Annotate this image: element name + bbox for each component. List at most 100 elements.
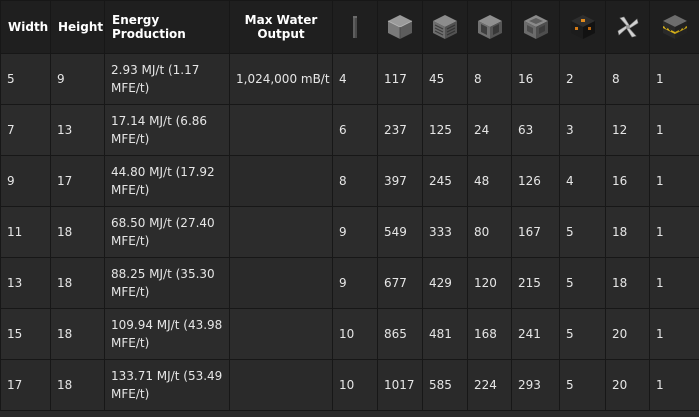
table-row: 17 18 133.71 MJ/t (53.49 MFE/t) 10 1017 …: [0, 359, 699, 411]
cell-glass: 80: [467, 206, 512, 258]
cell-hazard: 1: [649, 155, 699, 207]
cell-water: [229, 155, 333, 207]
cell-rods: 4: [332, 53, 378, 105]
glass-block-icon: [477, 14, 503, 40]
cell-glass: 48: [467, 155, 512, 207]
casing-block-icon: [387, 14, 413, 40]
cell-coils: 5: [559, 308, 606, 360]
cell-water: 1,024,000 mB/t: [229, 53, 333, 105]
cell-width: 17: [0, 359, 51, 411]
cell-frames: 215: [511, 257, 560, 309]
coil-block-icon: [570, 14, 596, 40]
cell-rods: 10: [332, 308, 378, 360]
cell-frames: 126: [511, 155, 560, 207]
cell-width: 13: [0, 257, 51, 309]
cell-energy: 133.71 MJ/t (53.49 MFE/t): [104, 359, 230, 411]
cell-hazard: 1: [649, 104, 699, 156]
cell-glass: 24: [467, 104, 512, 156]
cell-energy: 2.93 MJ/t (1.17 MFE/t): [104, 53, 230, 105]
cell-blades: 12: [605, 104, 650, 156]
cell-glass: 120: [467, 257, 512, 309]
table-row: 9 17 44.80 MJ/t (17.92 MFE/t) 8 397 245 …: [0, 155, 699, 207]
cell-energy: 88.25 MJ/t (35.30 MFE/t): [104, 257, 230, 309]
cell-vents: 585: [422, 359, 468, 411]
rotor-blade-icon: [615, 14, 641, 40]
cell-height: 9: [50, 53, 105, 105]
cell-casing: 237: [377, 104, 423, 156]
cell-blades: 18: [605, 257, 650, 309]
cell-glass: 8: [467, 53, 512, 105]
cell-blades: 18: [605, 206, 650, 258]
header-vent: [422, 0, 468, 54]
cell-blades: 20: [605, 359, 650, 411]
cell-vents: 125: [422, 104, 468, 156]
table-row: 7 13 17.14 MJ/t (6.86 MFE/t) 6 237 125 2…: [0, 104, 699, 156]
vent-block-icon: [432, 14, 458, 40]
cell-water: [229, 308, 333, 360]
cell-frames: 63: [511, 104, 560, 156]
turbine-sizes-table: Width Height Energy Production Max Water…: [0, 0, 699, 411]
cell-rods: 6: [332, 104, 378, 156]
cell-hazard: 1: [649, 206, 699, 258]
header-frame: [511, 0, 560, 54]
header-rotor-blade: [605, 0, 650, 54]
cell-hazard: 1: [649, 359, 699, 411]
cell-casing: 865: [377, 308, 423, 360]
cell-energy: 44.80 MJ/t (17.92 MFE/t): [104, 155, 230, 207]
cell-hazard: 1: [649, 308, 699, 360]
cell-casing: 677: [377, 257, 423, 309]
header-casing: [377, 0, 423, 54]
cell-blades: 8: [605, 53, 650, 105]
table-row: 11 18 68.50 MJ/t (27.40 MFE/t) 9 549 333…: [0, 206, 699, 258]
cell-coils: 4: [559, 155, 606, 207]
cell-frames: 293: [511, 359, 560, 411]
cell-water: [229, 206, 333, 258]
table-row: 15 18 109.94 MJ/t (43.98 MFE/t) 10 865 4…: [0, 308, 699, 360]
cell-casing: 549: [377, 206, 423, 258]
cell-vents: 333: [422, 206, 468, 258]
cell-vents: 429: [422, 257, 468, 309]
cell-width: 5: [0, 53, 51, 105]
cell-energy: 68.50 MJ/t (27.40 MFE/t): [104, 206, 230, 258]
cell-energy: 17.14 MJ/t (6.86 MFE/t): [104, 104, 230, 156]
cell-width: 11: [0, 206, 51, 258]
cell-glass: 168: [467, 308, 512, 360]
cell-hazard: 1: [649, 53, 699, 105]
header-width: Width: [0, 0, 51, 54]
table-row: 13 18 88.25 MJ/t (35.30 MFE/t) 9 677 429…: [0, 257, 699, 309]
cell-height: 13: [50, 104, 105, 156]
cell-casing: 397: [377, 155, 423, 207]
hazard-block-icon: [662, 14, 688, 40]
frame-block-icon: [523, 14, 549, 40]
cell-frames: 241: [511, 308, 560, 360]
header-height: Height: [50, 0, 105, 54]
header-glass: [467, 0, 512, 54]
table-row: 5 9 2.93 MJ/t (1.17 MFE/t) 1,024,000 mB/…: [0, 53, 699, 105]
cell-blades: 20: [605, 308, 650, 360]
cell-coils: 2: [559, 53, 606, 105]
header-hazard-block: [649, 0, 699, 54]
cell-blades: 16: [605, 155, 650, 207]
cell-height: 18: [50, 359, 105, 411]
cell-coils: 5: [559, 359, 606, 411]
table-body: 5 9 2.93 MJ/t (1.17 MFE/t) 1,024,000 mB/…: [0, 53, 699, 411]
cell-vents: 481: [422, 308, 468, 360]
cell-hazard: 1: [649, 257, 699, 309]
cell-height: 18: [50, 257, 105, 309]
rod-icon: [342, 14, 368, 40]
cell-coils: 5: [559, 257, 606, 309]
cell-rods: 10: [332, 359, 378, 411]
cell-height: 18: [50, 308, 105, 360]
header-rod: [332, 0, 378, 54]
header-max-water-output: Max Water Output: [229, 0, 333, 54]
cell-coils: 5: [559, 206, 606, 258]
cell-vents: 45: [422, 53, 468, 105]
cell-width: 15: [0, 308, 51, 360]
cell-glass: 224: [467, 359, 512, 411]
cell-frames: 167: [511, 206, 560, 258]
cell-energy: 109.94 MJ/t (43.98 MFE/t): [104, 308, 230, 360]
cell-rods: 8: [332, 155, 378, 207]
cell-water: [229, 104, 333, 156]
header-energy-production: Energy Production: [104, 0, 230, 54]
cell-width: 9: [0, 155, 51, 207]
